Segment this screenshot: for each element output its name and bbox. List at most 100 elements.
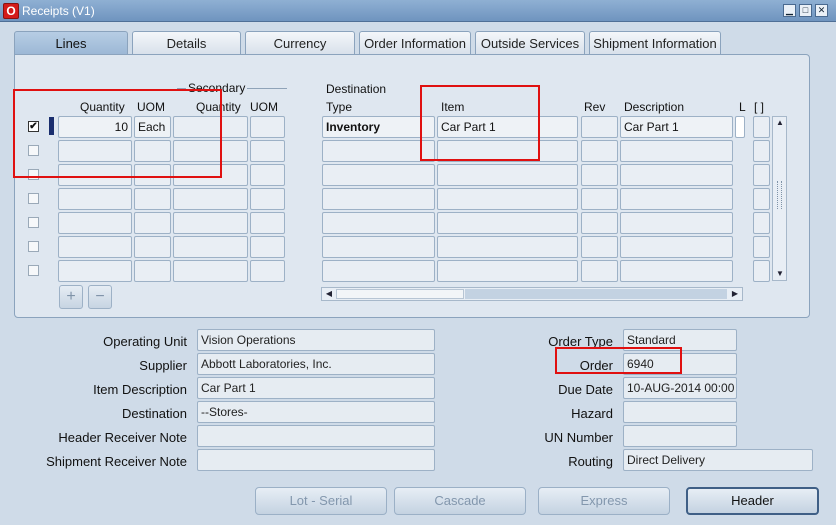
grid-cell[interactable] (620, 212, 733, 234)
grid-cell[interactable] (58, 188, 132, 210)
shipment-receiver-note-field[interactable] (197, 449, 435, 471)
grid-cell[interactable] (620, 236, 733, 258)
express-button[interactable]: Express (538, 487, 670, 515)
grid-cell[interactable] (437, 212, 578, 234)
grid-cell[interactable] (322, 140, 435, 162)
grid-cell[interactable] (581, 188, 618, 210)
scroll-thumb-grip[interactable] (777, 181, 782, 209)
due-date-field[interactable]: 10-AUG-2014 00:00 (623, 377, 737, 399)
folder-cell[interactable] (753, 116, 770, 138)
lot-serial-button[interactable]: Lot - Serial (255, 487, 387, 515)
grid-cell[interactable] (322, 212, 435, 234)
grid-cell[interactable] (134, 260, 171, 282)
grid-cell[interactable] (250, 236, 285, 258)
header-l: L (739, 100, 746, 114)
grid-cell[interactable] (620, 188, 733, 210)
grid-cell[interactable] (322, 164, 435, 186)
cascade-button[interactable]: Cascade (394, 487, 526, 515)
destination-type-cell[interactable]: Inventory (322, 116, 435, 138)
supplier-field[interactable]: Abbott Laboratories, Inc. (197, 353, 435, 375)
grid-cell[interactable] (753, 260, 770, 282)
grid-cell[interactable] (437, 164, 578, 186)
annotation-highlight-item (420, 85, 540, 161)
vertical-scrollbar[interactable]: ▲ ▼ (772, 116, 787, 281)
grid-cell[interactable] (58, 212, 132, 234)
row-select-checkbox[interactable] (28, 241, 39, 252)
grid-cell[interactable] (134, 188, 171, 210)
grid-cell[interactable] (58, 236, 132, 258)
row-select-checkbox[interactable] (28, 217, 39, 228)
grid-cell[interactable] (322, 260, 435, 282)
grid-cell[interactable] (753, 140, 770, 162)
grid-cell[interactable] (753, 188, 770, 210)
grid-cell[interactable] (134, 212, 171, 234)
header-button[interactable]: Header (686, 487, 819, 515)
grid-cell[interactable] (173, 236, 248, 258)
grid-cell[interactable] (620, 140, 733, 162)
grid-cell[interactable] (173, 212, 248, 234)
grid-cell[interactable] (134, 236, 171, 258)
tab-shipment-information[interactable]: Shipment Information (589, 31, 721, 55)
rev-cell[interactable] (581, 116, 618, 138)
grid-cell[interactable] (620, 164, 733, 186)
un-number-field[interactable] (623, 425, 737, 447)
tab-details[interactable]: Details (132, 31, 241, 55)
scroll-left-icon[interactable]: ◀ (324, 289, 334, 298)
grid-cell[interactable] (753, 236, 770, 258)
grid-cell[interactable] (322, 236, 435, 258)
grid-cell[interactable] (753, 164, 770, 186)
scroll-down-icon[interactable]: ▼ (775, 269, 785, 278)
remove-row-icon[interactable]: − (88, 285, 112, 309)
grid-cell[interactable] (173, 260, 248, 282)
header-description: Description (624, 100, 685, 114)
item-description-label: Item Description (93, 382, 187, 397)
grid-cell[interactable] (322, 188, 435, 210)
close-icon[interactable]: ✕ (815, 4, 828, 17)
row-select-checkbox[interactable] (28, 193, 39, 204)
grid-cell[interactable] (173, 188, 248, 210)
grid-cell[interactable] (250, 260, 285, 282)
header-receiver-note-field[interactable] (197, 425, 435, 447)
grid-cell[interactable] (437, 236, 578, 258)
header-destination: Destination (326, 82, 387, 96)
grid-cell[interactable] (620, 260, 733, 282)
minimize-icon[interactable]: ▁ (783, 4, 796, 17)
secondary-uom-cell[interactable] (250, 116, 285, 138)
grid-cell[interactable] (581, 164, 618, 186)
row-select-checkbox[interactable] (28, 265, 39, 276)
grid-cell[interactable] (250, 212, 285, 234)
tab-order-information[interactable]: Order Information (359, 31, 471, 55)
hazard-field[interactable] (623, 401, 737, 423)
grid-cell[interactable] (250, 140, 285, 162)
shipment-receiver-note-label: Shipment Receiver Note (46, 454, 187, 469)
grid-cell[interactable] (58, 260, 132, 282)
horizontal-scrollbar[interactable]: ◀ ▶ (321, 287, 743, 301)
l-cell[interactable] (735, 116, 745, 138)
grid-cell[interactable] (753, 212, 770, 234)
destination-field[interactable]: --Stores- (197, 401, 435, 423)
tab-outside-services[interactable]: Outside Services (475, 31, 585, 55)
header-folder-bracket: [ ] (754, 100, 765, 114)
grid-cell[interactable] (581, 236, 618, 258)
header-secondary-uom: UOM (250, 100, 278, 114)
item-description-field[interactable]: Car Part 1 (197, 377, 435, 399)
add-row-icon[interactable]: + (59, 285, 83, 309)
scroll-track (465, 289, 727, 299)
grid-cell[interactable] (250, 188, 285, 210)
description-cell[interactable]: Car Part 1 (620, 116, 733, 138)
grid-cell[interactable] (437, 188, 578, 210)
scroll-thumb[interactable] (336, 289, 464, 299)
operating-unit-field[interactable]: Vision Operations (197, 329, 435, 351)
tab-currency[interactable]: Currency (245, 31, 355, 55)
maximize-icon[interactable]: □ (799, 4, 812, 17)
scroll-up-icon[interactable]: ▲ (775, 118, 785, 127)
header-type: Type (326, 100, 353, 114)
grid-cell[interactable] (581, 140, 618, 162)
grid-cell[interactable] (581, 260, 618, 282)
tab-lines[interactable]: Lines (14, 31, 128, 55)
grid-cell[interactable] (581, 212, 618, 234)
routing-field[interactable]: Direct Delivery (623, 449, 813, 471)
grid-cell[interactable] (437, 260, 578, 282)
grid-cell[interactable] (250, 164, 285, 186)
scroll-right-icon[interactable]: ▶ (730, 289, 740, 298)
